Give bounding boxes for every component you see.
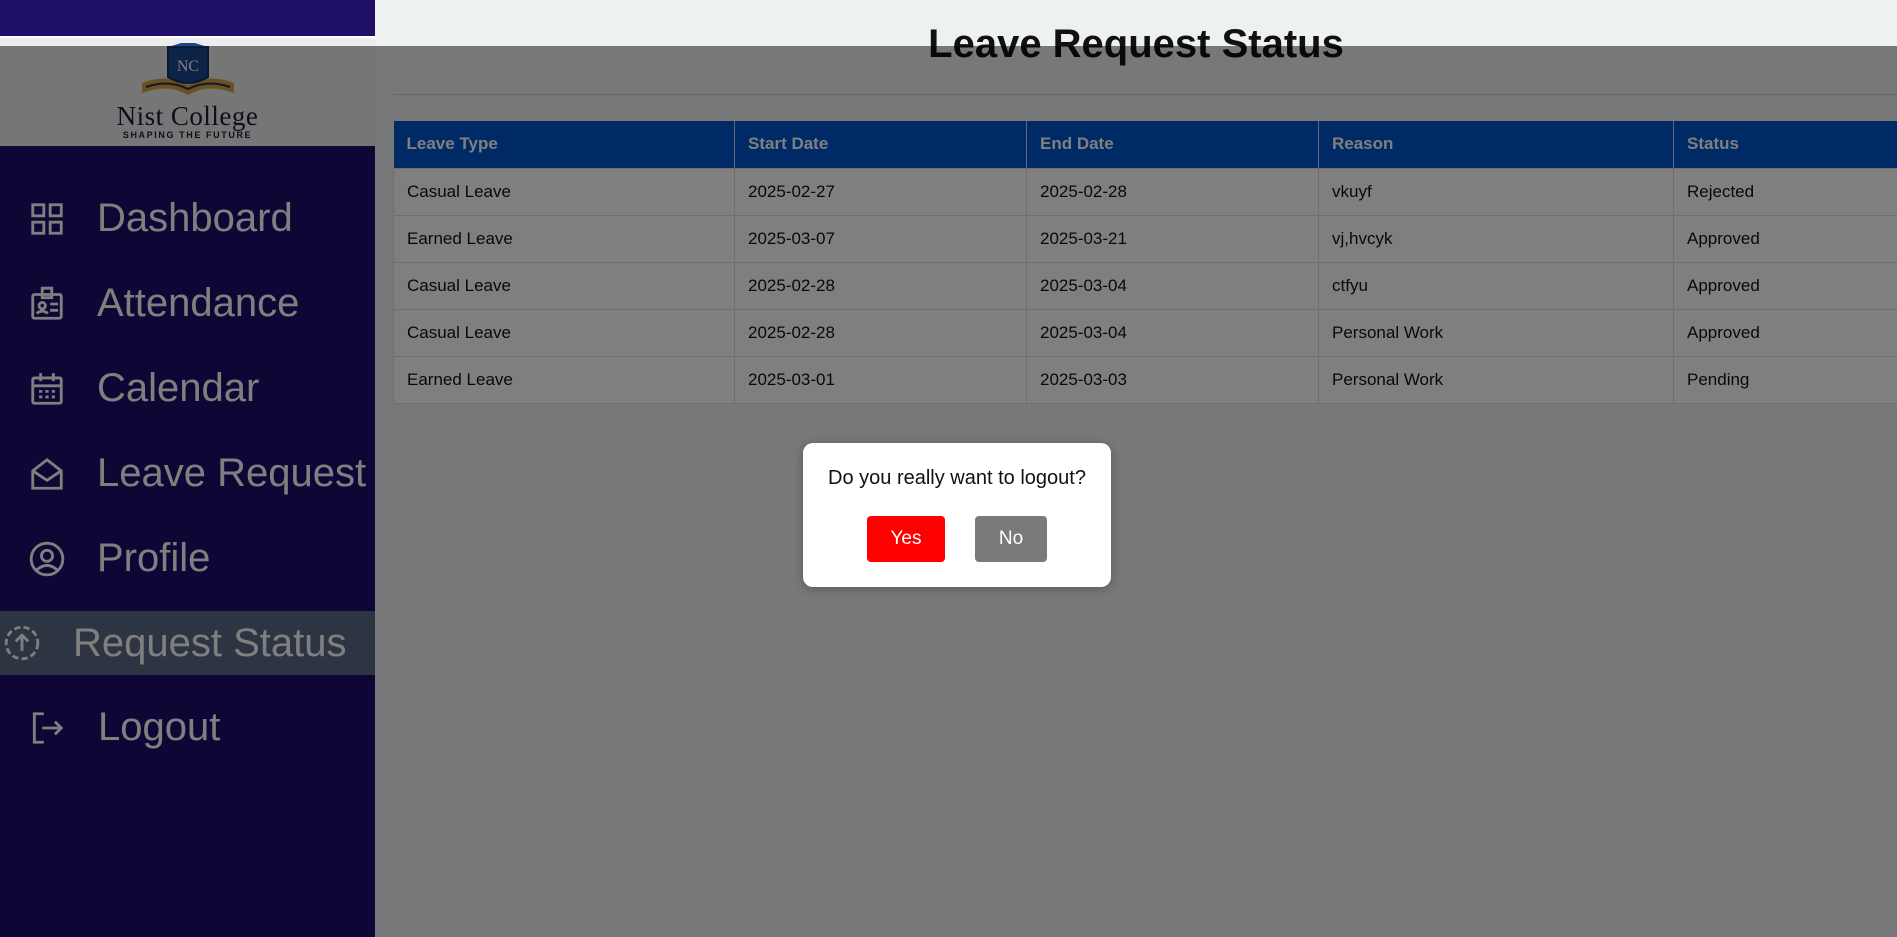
confirm-logout-button[interactable]: Yes [867,516,945,562]
sidebar-top-band [0,0,375,38]
dialog-message: Do you really want to logout? [828,467,1086,489]
logout-confirm-dialog: Do you really want to logout? Yes No [803,443,1111,587]
cancel-logout-button[interactable]: No [975,516,1047,562]
